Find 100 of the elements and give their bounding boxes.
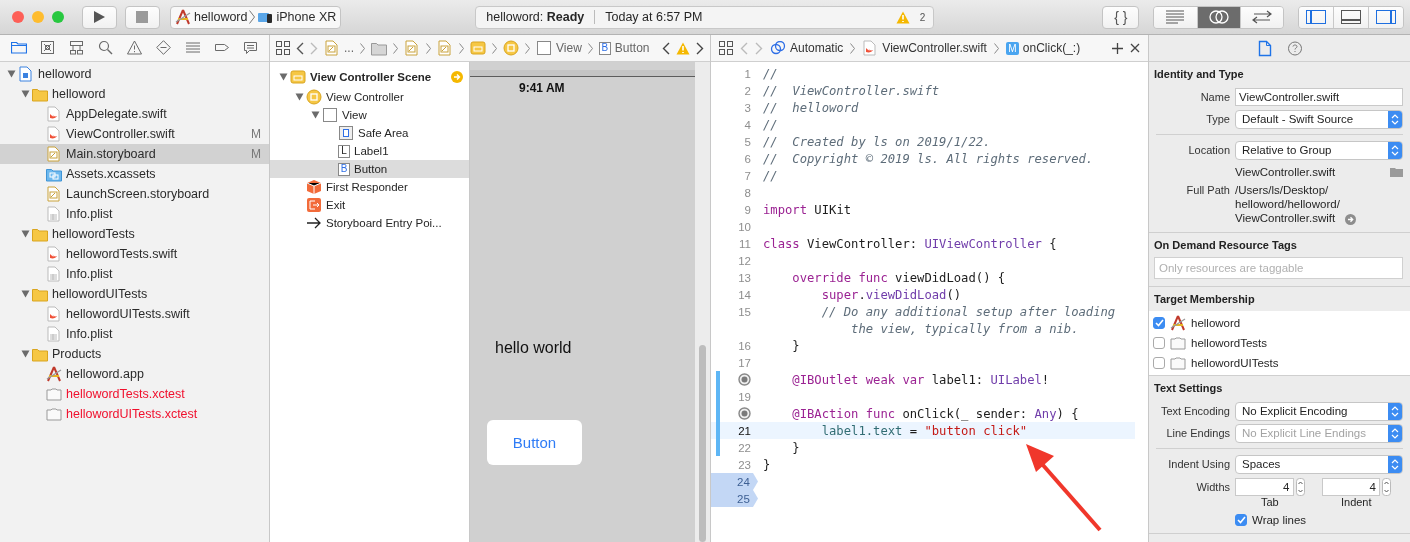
- number-field[interactable]: 4: [1235, 478, 1294, 496]
- close-button[interactable]: [12, 11, 24, 23]
- file-tree-item[interactable]: Info.plist: [0, 204, 269, 224]
- search-icon[interactable]: [97, 40, 114, 56]
- library-button[interactable]: { }: [1102, 5, 1140, 29]
- file-tree-item[interactable]: hellowordUITests.xctest: [0, 404, 269, 424]
- help-icon[interactable]: [1286, 39, 1303, 57]
- outline-item[interactable]: View: [270, 106, 469, 124]
- file-tree-item[interactable]: Assets.xcassets: [0, 164, 269, 184]
- path-item[interactable]: M onClick(_:): [1005, 41, 1081, 55]
- run-button[interactable]: [82, 5, 117, 29]
- file-tree-item[interactable]: Info.plist: [0, 324, 269, 344]
- file-tree-item[interactable]: Products: [0, 344, 269, 364]
- status-label: M: [251, 147, 261, 161]
- disclosure-triangle[interactable]: [20, 350, 30, 358]
- file-tree-item[interactable]: AppDelegate.swift: [0, 104, 269, 124]
- name-field[interactable]: ViewController.swift: [1235, 88, 1403, 106]
- hierarchy-icon[interactable]: [68, 40, 85, 56]
- path-item[interactable]: ViewController.swift: [862, 40, 987, 56]
- indent-dropdown[interactable]: Spaces: [1235, 454, 1403, 474]
- forward-icon[interactable]: [696, 41, 704, 55]
- grid-icon[interactable]: [719, 41, 733, 55]
- outline-item[interactable]: Safe Area: [270, 124, 469, 142]
- path-item[interactable]: [371, 40, 387, 56]
- encoding-dropdown[interactable]: No Explicit Encoding: [1235, 401, 1403, 421]
- panel-toggle[interactable]: [1299, 6, 1335, 28]
- type-dropdown[interactable]: Default - Swift Source: [1235, 109, 1403, 129]
- disclosure-triangle[interactable]: [20, 290, 30, 298]
- outline-item[interactable]: Storyboard Entry Poi...: [270, 214, 469, 232]
- editor-mode-tab[interactable]: [1197, 6, 1241, 28]
- disclosure-triangle[interactable]: [20, 230, 30, 238]
- canvas-button[interactable]: Button: [487, 420, 582, 465]
- stop-button[interactable]: [125, 5, 160, 29]
- file-name: helloword.app: [66, 367, 144, 381]
- outline-item[interactable]: Exit: [270, 196, 469, 214]
- file-tree-item[interactable]: hellowordUITests.swift: [0, 304, 269, 324]
- editor-mode-tab[interactable]: [1240, 6, 1284, 28]
- file-tree-item[interactable]: helloword: [0, 64, 269, 84]
- editor-mode-tab[interactable]: [1154, 6, 1198, 28]
- checkbox[interactable]: [1153, 357, 1165, 369]
- line-number: 14: [738, 288, 751, 301]
- close-icon[interactable]: [1130, 43, 1140, 53]
- grid-icon[interactable]: [276, 41, 290, 55]
- checkbox[interactable]: [1235, 514, 1247, 526]
- outline-item[interactable]: First Responder: [270, 178, 469, 196]
- outline-label: First Responder: [326, 181, 408, 193]
- connection-dot-icon[interactable]: [738, 373, 751, 386]
- chevron-icon: [393, 42, 398, 54]
- add-icon[interactable]: [1112, 42, 1123, 54]
- path-item[interactable]: ...: [324, 40, 354, 56]
- file-tree-item[interactable]: hellowordUITests: [0, 284, 269, 304]
- folder-icon[interactable]: [10, 40, 27, 56]
- warning-outline-icon[interactable]: [126, 40, 143, 56]
- plist-file-icon: [46, 206, 62, 222]
- file-tree-item[interactable]: Main.storyboard M: [0, 144, 269, 164]
- scheme-button[interactable]: helloword: [174, 9, 248, 25]
- tags-field[interactable]: Only resources are taggable: [1154, 257, 1403, 279]
- outline-item[interactable]: B Button: [270, 160, 469, 178]
- speech-bubble-icon[interactable]: [242, 40, 259, 56]
- file-icon[interactable]: [1256, 39, 1273, 57]
- back-icon[interactable]: [296, 41, 304, 55]
- file-tree-item[interactable]: hellowordTests: [0, 224, 269, 244]
- back-icon[interactable]: [662, 41, 670, 55]
- checkbox[interactable]: [1153, 337, 1165, 349]
- reveal-arrow-icon[interactable]: [1344, 214, 1356, 225]
- panel-toggle[interactable]: [1369, 6, 1403, 28]
- file-tree-item[interactable]: Info.plist: [0, 264, 269, 284]
- number-field[interactable]: 4: [1321, 478, 1380, 496]
- path-item[interactable]: [437, 40, 453, 56]
- path-item[interactable]: View: [536, 40, 582, 56]
- line-number: 5: [744, 135, 751, 148]
- disclosure-triangle[interactable]: [278, 73, 288, 81]
- outline-item[interactable]: View Controller Scene: [270, 66, 469, 88]
- file-tree-item[interactable]: hellowordTests.xctest: [0, 384, 269, 404]
- line-number: 8: [744, 186, 751, 199]
- stepper[interactable]: [1295, 478, 1305, 496]
- disclosure-triangle[interactable]: [6, 70, 16, 78]
- outline-item[interactable]: View Controller: [270, 88, 469, 106]
- related-items-menu[interactable]: Automatic: [770, 41, 844, 55]
- checkbox[interactable]: [1153, 317, 1165, 329]
- file-tree-item[interactable]: helloword.app: [0, 364, 269, 384]
- file-tree-item[interactable]: helloword: [0, 84, 269, 104]
- folder-icon[interactable]: [1390, 167, 1403, 177]
- editor-mode-control[interactable]: [1153, 5, 1285, 29]
- file-tree-item[interactable]: ViewController.swift M: [0, 124, 269, 144]
- panel-toggle-control[interactable]: [1298, 5, 1404, 29]
- disclosure-triangle[interactable]: [20, 90, 30, 98]
- stepper[interactable]: [1382, 478, 1391, 496]
- location-dropdown[interactable]: Relative to Group: [1235, 140, 1403, 160]
- scroll-thumb[interactable]: [699, 345, 706, 542]
- diamond-minus-icon[interactable]: [155, 40, 172, 56]
- square-x-icon[interactable]: [39, 40, 56, 56]
- panel-toggle[interactable]: [1334, 6, 1370, 28]
- path-item[interactable]: [404, 40, 420, 56]
- file-tree-item[interactable]: hellowordTests.swift: [0, 244, 269, 264]
- connection-dot-icon[interactable]: [738, 407, 751, 420]
- destination-button[interactable]: iPhone XR: [257, 10, 337, 24]
- path-item[interactable]: B Button: [598, 41, 650, 55]
- outline-item[interactable]: L Label1: [270, 142, 469, 160]
- file-tree-item[interactable]: LaunchScreen.storyboard: [0, 184, 269, 204]
